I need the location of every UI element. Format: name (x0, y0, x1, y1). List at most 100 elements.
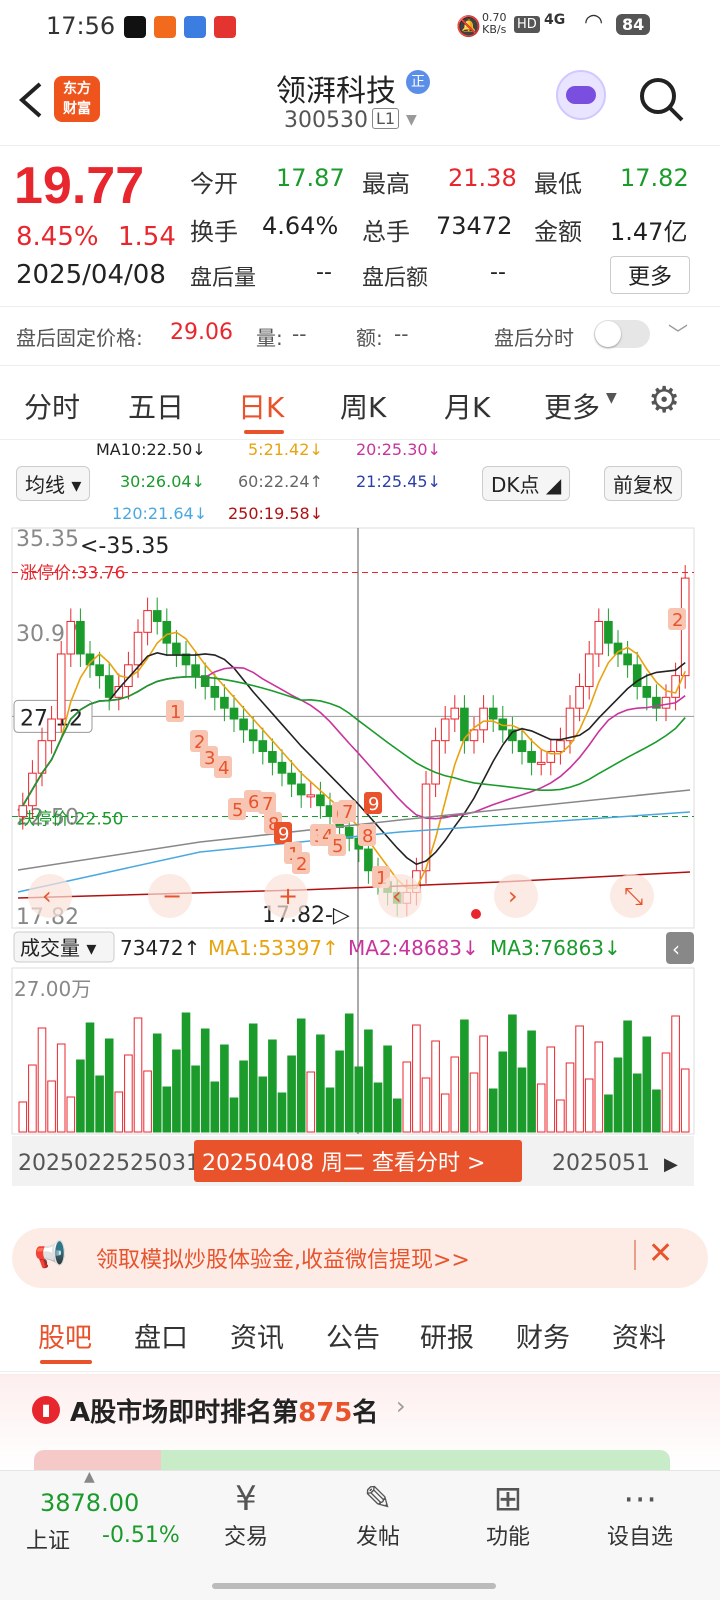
promo-banner[interactable]: 📢 领取模拟炒股体验金,收益微信提现>> ✕ (12, 1228, 708, 1288)
stock-header: 东方 财富 领湃科技 正 300530 L1 ▼ (0, 56, 720, 146)
back-icon[interactable] (16, 80, 46, 120)
hd-badge: HD (514, 16, 540, 33)
volume-label: 总手 (362, 218, 410, 246)
volume-bar (565, 1062, 575, 1133)
tab-news[interactable]: 资讯 (230, 1316, 284, 1355)
volume-bar (642, 1036, 652, 1133)
nav-functions[interactable]: ⊞ 功能 (458, 1479, 558, 1551)
volume-bar (152, 1033, 162, 1133)
volume-bar (325, 1087, 335, 1133)
volume-bar (517, 1067, 527, 1133)
rank-text: A股市场即时排名第875名 (70, 1398, 379, 1428)
ma-select[interactable]: 均线 ▾ (16, 466, 91, 501)
change-percent: 8.45% (16, 222, 99, 252)
chart-icon: ▮ (32, 1396, 60, 1424)
rank-bar (34, 1450, 670, 1470)
volume-bar (104, 1038, 114, 1133)
volume-max-label: 27.00万 (14, 977, 91, 1001)
candle (536, 761, 546, 765)
limit-up-label: 涨停价:33.76 (20, 563, 125, 583)
after-hours-volume-value: -- (316, 260, 332, 285)
volume-ma2: MA2:48683↓ (348, 936, 479, 960)
tab-research[interactable]: 研报 (420, 1316, 474, 1355)
tab-order-book[interactable]: 盘口 (134, 1316, 188, 1355)
ma5-value: 5:21.42↓ (248, 440, 323, 459)
tab-guba[interactable]: 股吧 (38, 1316, 92, 1355)
candle (277, 761, 287, 774)
nav-post[interactable]: ✎ 发帖 (328, 1479, 428, 1551)
more-button[interactable]: 更多 (610, 256, 690, 294)
app-icon (184, 16, 206, 38)
candle (431, 740, 440, 785)
tab-finance[interactable]: 财务 (516, 1316, 570, 1355)
volume-bar (306, 1071, 316, 1133)
dk-point-button[interactable]: DK点 ◢ (482, 466, 571, 501)
nav-add-watchlist[interactable]: ⋯ 设自选 (590, 1479, 690, 1551)
tab-timeshare[interactable]: 分时 (24, 386, 80, 426)
volume-bar (220, 1044, 229, 1133)
fixed-price-value: 29.06 (170, 320, 233, 345)
chevron-down-icon: ▼ (606, 390, 617, 406)
volume-bar (191, 1065, 200, 1133)
tab-announcements[interactable]: 公告 (326, 1316, 380, 1355)
chart-zoom-icon: ‹ (392, 882, 402, 910)
net-speed: 0.70 KB/s (482, 11, 507, 36)
volume-bar (210, 1081, 220, 1133)
candle (191, 664, 200, 677)
tab-more[interactable]: 更多 (544, 386, 600, 426)
rank-card[interactable]: ▮ A股市场即时排名第875名 › (0, 1374, 720, 1470)
volume-ma3: MA3:76863↓ (490, 936, 621, 960)
nav-trade[interactable]: ¥ 交易 (196, 1479, 296, 1551)
candle (296, 783, 306, 796)
volume-bar (632, 1073, 642, 1133)
chevron-down-icon[interactable]: ▼ (406, 112, 417, 128)
change-amount: 1.54 (118, 222, 176, 252)
wifi-icon: ◠ (584, 10, 604, 35)
app-logo[interactable]: 东方 财富 (54, 76, 100, 122)
price-adjust-button[interactable]: 前复权 (604, 466, 682, 501)
tab-monthly-k[interactable]: 月K (444, 386, 490, 426)
after-hours-toggle[interactable] (594, 320, 650, 348)
grid-icon: ⊞ (493, 1479, 523, 1519)
selected-date-label: 20250408 周二 查看分时 > (202, 1151, 485, 1176)
search-icon[interactable] (638, 76, 686, 124)
volume-bar (344, 1013, 354, 1133)
index-name[interactable]: 上证 (26, 1523, 70, 1555)
volume-bar (66, 1096, 76, 1133)
candle (642, 685, 652, 698)
promo-text[interactable]: 领取模拟炒股体验金,收益微信提现>> (96, 1242, 470, 1274)
td-label: 8 (362, 826, 373, 847)
td-label: 7 (262, 794, 273, 815)
volume-bar (440, 1093, 450, 1133)
volume-bar (671, 1015, 680, 1133)
ma21-value: 21:25.45↓ (356, 472, 441, 491)
index-change[interactable]: -0.51% (102, 1523, 180, 1548)
ma20-value: 20:25.30↓ (356, 440, 441, 459)
tab-profile[interactable]: 资料 (612, 1316, 666, 1355)
after-hours-volume-label: 盘后量 (190, 266, 257, 291)
candle (220, 696, 229, 709)
candle (210, 685, 220, 698)
level-badge[interactable]: L1 (372, 108, 400, 129)
volume-bar (594, 1041, 604, 1133)
candle (162, 620, 172, 644)
index-value[interactable]: 3878.00 (40, 1489, 139, 1517)
volume-bar (200, 1028, 210, 1133)
settings-icon[interactable]: ⚙ (648, 380, 680, 421)
turnover-label: 换手 (190, 218, 238, 246)
volume-bar (556, 1099, 565, 1133)
volume-bar (546, 1046, 556, 1133)
kline-chart[interactable]: 35.3530.9727.1222.5017.8227.12<-35.35涨停价… (0, 520, 720, 1200)
volume-bar (296, 1018, 306, 1133)
td-label: 2 (296, 854, 307, 875)
candle (316, 794, 325, 807)
volume-bar (277, 1092, 287, 1133)
after-hours-timeshare-label: 盘后分时 (494, 326, 574, 350)
close-icon[interactable]: ✕ (648, 1236, 673, 1271)
tab-weekly-k[interactable]: 周K (340, 386, 386, 426)
chevron-down-icon[interactable]: ﹀ (668, 318, 688, 347)
robot-assistant-icon[interactable] (556, 70, 606, 120)
tab-daily-k[interactable]: 日K (238, 386, 284, 426)
after-hours-amount-value: -- (490, 260, 506, 285)
tab-five-day[interactable]: 五日 (128, 386, 184, 426)
